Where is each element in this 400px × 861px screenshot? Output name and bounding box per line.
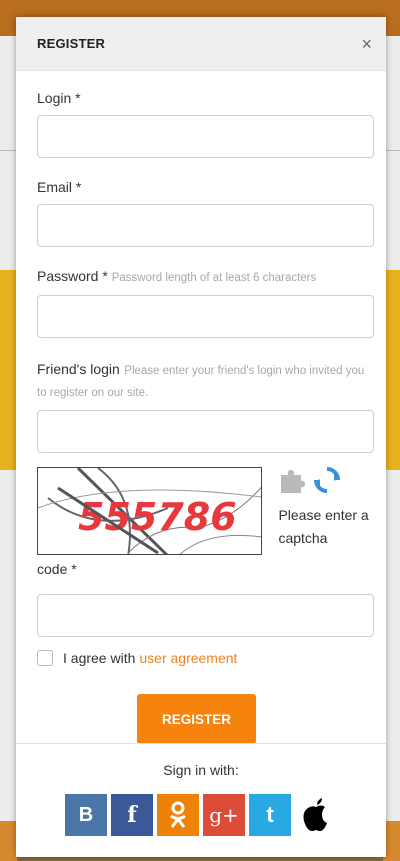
friend-label: Friend's login Please enter your friend'… (37, 358, 376, 404)
vk-glyph: B (78, 803, 94, 826)
required-mark: * (71, 561, 77, 577)
email-label-text: Email (37, 179, 73, 195)
facebook-icon[interactable]: f (111, 794, 153, 836)
captcha-side: Please enter a captcha (278, 465, 376, 555)
social-row: B f g+ t (16, 794, 386, 836)
captcha-code-text: code (37, 561, 68, 577)
required-mark: * (75, 179, 82, 195)
captcha-icons (278, 465, 376, 500)
login-input[interactable] (37, 115, 374, 158)
odnoklassniki-glyph (170, 801, 186, 828)
friend-login-input[interactable] (37, 410, 374, 453)
google-plus-glyph: g+ (209, 803, 239, 827)
password-input[interactable] (37, 295, 374, 338)
google-plus-icon[interactable]: g+ (203, 794, 245, 836)
captcha-image: 555786 (37, 467, 263, 555)
captcha-instruction: Please enter a captcha (278, 507, 369, 546)
register-form: Login * Email * Password * Password leng… (16, 71, 386, 744)
apple-glyph (303, 798, 327, 831)
twitter-icon[interactable]: t (249, 794, 291, 836)
friend-label-text: Friend's login (37, 361, 120, 377)
password-label-text: Password (37, 268, 99, 284)
refresh-icon[interactable] (312, 465, 342, 500)
facebook-glyph: f (127, 802, 137, 828)
login-label: Login * (37, 89, 376, 107)
password-label: Password * Password length of at least 6… (37, 267, 376, 287)
captcha-instruction-cont: code * (37, 561, 376, 577)
puzzle-icon-graphic (281, 469, 306, 493)
background-banner (0, 270, 17, 470)
register-modal: REGISTER × Login * Email * Password * Pa… (16, 17, 386, 857)
signin-label: Sign in with: (163, 762, 239, 778)
login-label-text: Login (37, 90, 72, 106)
modal-title: REGISTER (37, 36, 106, 51)
close-icon[interactable]: × (361, 35, 372, 53)
modal-header: REGISTER × (16, 17, 386, 71)
apple-icon[interactable] (295, 794, 337, 836)
puzzle-icon[interactable] (278, 466, 306, 499)
agree-text: I agree with (63, 650, 136, 666)
agree-checkbox[interactable] (37, 650, 53, 666)
background-divider (0, 150, 17, 151)
twitter-glyph: t (266, 802, 274, 827)
captcha-input[interactable] (37, 594, 374, 637)
user-agreement-link[interactable]: user agreement (139, 650, 237, 666)
email-label: Email * (37, 178, 376, 196)
register-button[interactable]: REGISTER (137, 694, 256, 744)
vk-icon[interactable]: B (65, 794, 107, 836)
password-hint: Password length of at least 6 characters (111, 272, 317, 284)
refresh-icon-graphic (314, 466, 341, 493)
email-input[interactable] (37, 204, 374, 247)
modal-footer: Sign in with: B f g+ t (16, 743, 386, 836)
required-mark: * (75, 90, 81, 106)
odnoklassniki-icon[interactable] (157, 794, 199, 836)
captcha-row: 555786 Please enter a captcha (37, 465, 376, 555)
required-mark: * (102, 268, 108, 284)
background-footer (0, 821, 17, 861)
agree-row: I agree with user agreement (37, 650, 376, 666)
captcha-graphic: 555786 (38, 468, 262, 554)
